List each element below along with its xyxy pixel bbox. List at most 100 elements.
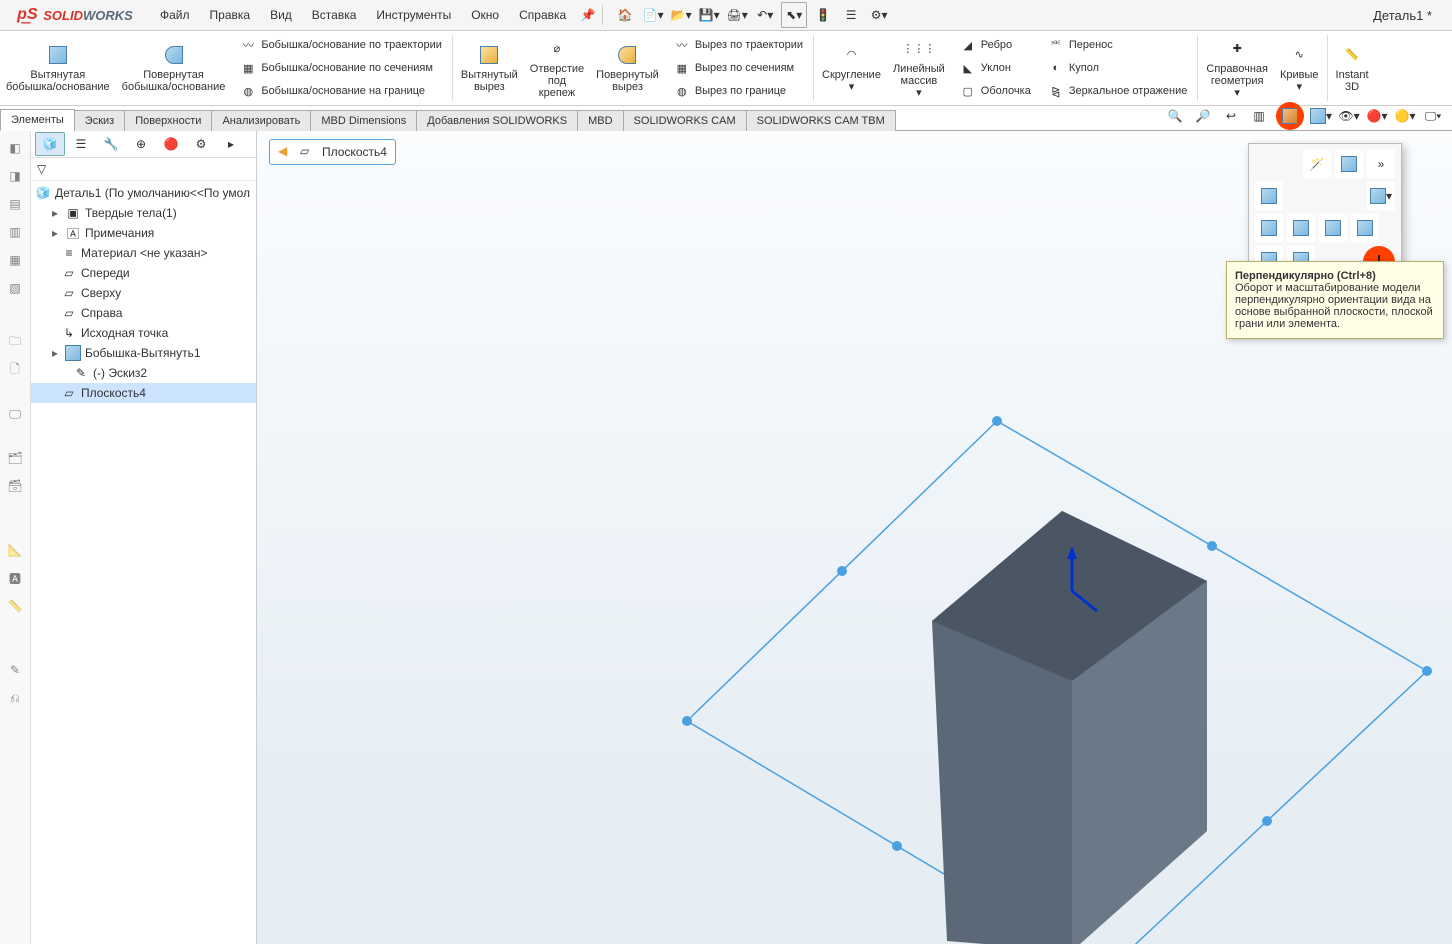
new-icon[interactable]: 📄▾: [641, 3, 665, 27]
taskbar-icon-15[interactable]: ✎: [4, 659, 26, 681]
cut-loft-button[interactable]: ▦Вырез по сечениям: [669, 57, 807, 79]
tree-material[interactable]: ≡Материал <не указан>: [31, 243, 256, 263]
taskbar-icon-10[interactable]: 🗂: [4, 447, 26, 469]
tree-plane4[interactable]: ▱Плоскость4: [31, 383, 256, 403]
cut-sweep-button[interactable]: 〰Вырез по траектории: [669, 34, 807, 56]
boss-revolve-button[interactable]: Повернутая бобышка/основание: [116, 31, 232, 105]
taskbar-icon-9[interactable]: 🖵: [4, 403, 26, 425]
cut-extrude-button[interactable]: Вытянутый вырез: [455, 31, 524, 105]
taskbar-icon-7[interactable]: 🗀: [4, 331, 26, 353]
rebuild-icon[interactable]: 🚦: [811, 3, 835, 27]
panel-more-tab[interactable]: ▸: [217, 133, 245, 155]
shell-button[interactable]: ▢Оболочка: [955, 80, 1035, 102]
settings-icon[interactable]: ⚙▾: [867, 3, 891, 27]
undo-icon[interactable]: ↶▾: [753, 3, 777, 27]
tree-filter[interactable]: ▽: [31, 158, 256, 181]
prev-view-icon[interactable]: ↩: [1220, 105, 1242, 127]
taskbar-icon-6[interactable]: ▧: [4, 277, 26, 299]
tab-surfaces[interactable]: Поверхности: [124, 110, 212, 131]
property-manager-tab[interactable]: ☰: [67, 133, 95, 155]
tab-mbd-dim[interactable]: MBD Dimensions: [310, 110, 417, 131]
flyout-more-icon[interactable]: »: [1367, 150, 1395, 178]
hole-wizard-button[interactable]: ⌀Отверстие под крепеж: [524, 31, 590, 105]
options-list-icon[interactable]: ☰: [839, 3, 863, 27]
home-icon[interactable]: 🏠: [613, 3, 637, 27]
right-view-icon[interactable]: [1319, 214, 1347, 242]
boss-boundary-button[interactable]: ◍Бобышка/основание на границе: [235, 80, 446, 102]
zoom-fit-icon[interactable]: 🔍: [1164, 105, 1186, 127]
boss-sweep-button[interactable]: 〰Бобышка/основание по траектории: [235, 34, 446, 56]
open-icon[interactable]: 📂▾: [669, 3, 693, 27]
taskbar-icon-2[interactable]: ◨: [4, 165, 26, 187]
config-manager-tab[interactable]: 🔧: [97, 133, 125, 155]
boss-extrude-button[interactable]: Вытянутая бобышка/основание: [0, 31, 116, 105]
graphics-viewport[interactable]: ◀ ▱ Плоскость4 🪄 »: [257, 131, 1452, 944]
linear-pattern-button[interactable]: ⋮⋮⋮Линейный массив▾: [887, 31, 951, 105]
feature-tree-tab[interactable]: 🧊: [35, 132, 65, 156]
taskbar-icon-11[interactable]: 🗃: [4, 475, 26, 497]
save-icon[interactable]: 💾▾: [697, 3, 721, 27]
taskbar-icon-3[interactable]: ▤: [4, 193, 26, 215]
tree-origin[interactable]: ↳Исходная точка: [31, 323, 256, 343]
view-settings-icon[interactable]: 🖵▾: [1422, 105, 1444, 127]
boss-loft-button[interactable]: ▦Бобышка/основание по сечениям: [235, 57, 446, 79]
pin-icon[interactable]: 📌: [576, 3, 600, 27]
tree-solid-bodies[interactable]: ▸▣Твердые тела(1): [31, 203, 256, 223]
taskbar-icon-12[interactable]: 📐: [4, 539, 26, 561]
tree-plane-top[interactable]: ▱Сверху: [31, 283, 256, 303]
cut-boundary-button[interactable]: ◍Вырез по границе: [669, 80, 807, 102]
zoom-area-icon[interactable]: 🔎: [1192, 105, 1214, 127]
menu-tools[interactable]: Инструменты: [366, 0, 461, 30]
appearance-icon[interactable]: 🔴▾: [1366, 105, 1388, 127]
menu-view[interactable]: Вид: [260, 0, 302, 30]
dome-button[interactable]: ◐Купол: [1043, 57, 1192, 79]
left-view-icon[interactable]: [1287, 214, 1315, 242]
ref-geometry-button[interactable]: ✚Справочная геометрия▾: [1200, 31, 1274, 105]
taskbar-icon-4[interactable]: ▥: [4, 221, 26, 243]
menu-insert[interactable]: Вставка: [302, 0, 367, 30]
tree-plane-right[interactable]: ▱Справа: [31, 303, 256, 323]
tab-cam[interactable]: SOLIDWORKS CAM: [623, 110, 747, 131]
view-selector-icon[interactable]: [1335, 150, 1363, 178]
menu-edit[interactable]: Правка: [200, 0, 261, 30]
back-view-icon[interactable]: [1255, 214, 1283, 242]
selection-breadcrumb[interactable]: ◀ ▱ Плоскость4: [269, 139, 396, 165]
taskbar-icon-8[interactable]: 🗋: [4, 359, 26, 381]
taskbar-icon-16[interactable]: ⎌: [4, 687, 26, 709]
tree-plane-front[interactable]: ▱Спереди: [31, 263, 256, 283]
display-style-icon[interactable]: ▾: [1310, 105, 1332, 127]
tab-elements[interactable]: Элементы: [0, 109, 75, 131]
draft-button[interactable]: ◣Уклон: [955, 57, 1035, 79]
cam-tree-tab[interactable]: ⚙: [187, 133, 215, 155]
scene-icon[interactable]: 🟡▾: [1394, 105, 1416, 127]
curves-button[interactable]: ∿Кривые▾: [1274, 31, 1325, 105]
menu-window[interactable]: Окно: [461, 0, 509, 30]
tab-cam-tbm[interactable]: SOLIDWORKS CAM TBM: [746, 110, 896, 131]
select-icon[interactable]: ⬉▾: [781, 2, 807, 28]
front-view-icon[interactable]: [1255, 182, 1283, 210]
instant3d-button[interactable]: 📏Instant 3D: [1330, 31, 1375, 105]
mirror-button[interactable]: ⧎Зеркальное отражение: [1043, 80, 1192, 102]
taskbar-icon-14[interactable]: 📏: [4, 595, 26, 617]
wrap-button[interactable]: ⎃Перенос: [1043, 34, 1192, 56]
tree-sketch2[interactable]: ✎(-) Эскиз2: [31, 363, 256, 383]
rib-button[interactable]: ◢Ребро: [955, 34, 1035, 56]
section-view-icon[interactable]: ▥: [1248, 105, 1270, 127]
dimxpert-tab[interactable]: ⊕: [127, 133, 155, 155]
tab-addins[interactable]: Добавления SOLIDWORKS: [416, 110, 578, 131]
tab-sketch[interactable]: Эскиз: [74, 110, 125, 131]
tab-analyze[interactable]: Анализировать: [211, 110, 311, 131]
view-orientation-icon[interactable]: [1276, 102, 1304, 130]
update-views-icon[interactable]: 🪄: [1303, 150, 1331, 178]
menu-file[interactable]: Файл: [150, 0, 200, 30]
hide-show-icon[interactable]: 👁▾: [1338, 105, 1360, 127]
fillet-button[interactable]: ◠Скругление▾: [816, 31, 887, 105]
isometric-view-icon[interactable]: ▾: [1367, 182, 1395, 210]
print-icon[interactable]: 🖨▾: [725, 3, 749, 27]
taskbar-icon-13[interactable]: 🅰: [4, 567, 26, 589]
tree-root[interactable]: 🧊Деталь1 (По умолчанию<<По умол: [31, 183, 256, 203]
tree-boss-extrude1[interactable]: ▸Бобышка-Вытянуть1: [31, 343, 256, 363]
menu-help[interactable]: Справка: [509, 0, 576, 30]
taskbar-icon-5[interactable]: ▦: [4, 249, 26, 271]
taskbar-icon-1[interactable]: ◧: [4, 137, 26, 159]
